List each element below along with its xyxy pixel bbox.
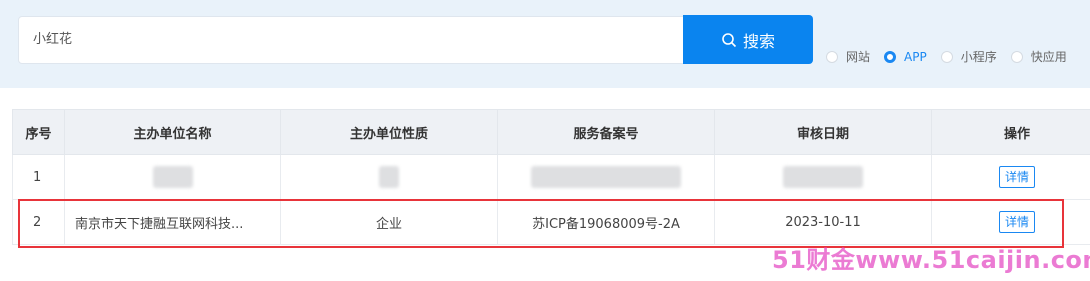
search-button-label: 搜索	[742, 31, 775, 51]
table-row: 2 南京市天下捷融互联网科技... 企业 苏ICP备19068009号-2A 2…	[12, 199, 1090, 245]
header-action: 操作	[931, 109, 1090, 155]
results-table: 序号 主办单位名称 主办单位性质 服务备案号 审核日期 操作 1 详情 2 南京…	[12, 109, 1090, 245]
row-org-nature: 企业	[280, 199, 498, 245]
radio-label: 网站	[846, 50, 871, 64]
row-index: 2	[12, 199, 65, 245]
radio-website[interactable]: 网站	[826, 48, 870, 65]
search-icon	[722, 32, 737, 47]
radio-app[interactable]: APP	[884, 50, 927, 64]
search-button[interactable]: 搜索	[683, 15, 813, 64]
table-header-row: 序号 主办单位名称 主办单位性质 服务备案号 审核日期 操作	[12, 109, 1090, 155]
row-review-date: 2023-10-11	[714, 199, 932, 245]
search-panel: 小红花 搜索 网站 APP 小程序 快应用	[0, 0, 1090, 88]
row-record-redacted	[497, 154, 715, 200]
radio-circle-icon	[884, 50, 897, 63]
watermark: 51财金www.51caijin.com	[772, 246, 1090, 274]
header-review-date: 审核日期	[714, 109, 932, 155]
header-index: 序号	[12, 109, 65, 155]
table-row: 1 详情	[12, 154, 1090, 200]
detail-button[interactable]: 详情	[998, 211, 1035, 233]
radio-miniprogram[interactable]: 小程序	[940, 48, 997, 65]
redacted-block	[531, 166, 681, 188]
row-index: 1	[12, 154, 65, 200]
header-org-name: 主办单位名称	[64, 109, 281, 155]
row-date-redacted	[714, 154, 932, 200]
search-input[interactable]: 小红花	[18, 16, 684, 64]
row-record-number: 苏ICP备19068009号-2A	[497, 199, 715, 245]
radio-circle-icon	[826, 50, 838, 63]
redacted-block	[783, 166, 863, 188]
radio-label: APP	[904, 49, 927, 64]
detail-button[interactable]: 详情	[998, 166, 1035, 188]
redacted-block	[152, 166, 193, 188]
redacted-block	[379, 166, 399, 188]
header-record-number: 服务备案号	[497, 109, 715, 155]
row-org-name-redacted	[64, 154, 281, 200]
row-org-nature-redacted	[280, 154, 498, 200]
radio-label: 快应用	[1030, 50, 1067, 64]
radio-circle-icon	[1010, 50, 1023, 63]
radio-quickapp[interactable]: 快应用	[1010, 48, 1067, 65]
radio-label: 小程序	[960, 50, 997, 64]
row-action: 详情	[931, 154, 1090, 200]
radio-circle-icon	[940, 50, 953, 63]
header-org-nature: 主办单位性质	[280, 109, 498, 155]
filter-radio-group: 网站 APP 小程序 快应用	[826, 48, 1081, 65]
row-org-name: 南京市天下捷融互联网科技...	[64, 199, 281, 245]
row-action: 详情	[931, 199, 1090, 245]
